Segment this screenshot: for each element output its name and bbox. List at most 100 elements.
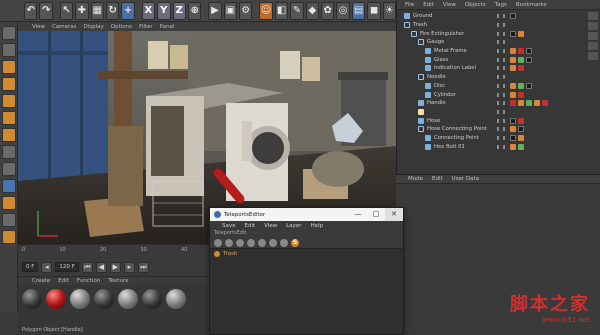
prev-frame-icon[interactable]: ◀ — [95, 261, 107, 273]
fw-menu-view[interactable]: View — [264, 223, 277, 229]
material-tag-icon[interactable] — [518, 48, 524, 55]
material-tag-icon[interactable] — [518, 143, 524, 150]
material-tag-icon[interactable] — [518, 100, 524, 107]
sculpt-icon[interactable] — [1, 230, 16, 244]
object-row[interactable]: Trash — [397, 21, 587, 30]
material-tag-icon[interactable] — [518, 65, 524, 72]
cube-icon[interactable]: ◧ — [274, 1, 289, 20]
object-row[interactable]: Gauge — [397, 38, 587, 47]
model-mode-icon[interactable] — [1, 60, 16, 74]
om-menu-tags[interactable]: Tags — [495, 2, 507, 8]
redo-icon[interactable]: ↷ — [39, 1, 53, 20]
material-tag-icon[interactable] — [534, 100, 540, 107]
material-tag-icon[interactable] — [518, 56, 524, 63]
start-frame-field[interactable]: 0 F — [22, 262, 39, 272]
object-row[interactable]: Fire Extinguisher — [397, 29, 587, 38]
workplane-icon[interactable] — [1, 179, 16, 193]
edges-mode-icon[interactable] — [1, 94, 16, 108]
next-frame-icon[interactable]: ▸ — [123, 261, 135, 273]
material-tag-icon[interactable] — [518, 82, 524, 89]
fw-menu-edit[interactable]: Edit — [245, 223, 256, 229]
material-menu-function[interactable]: Function — [77, 278, 100, 284]
tool-icon[interactable] — [236, 238, 244, 247]
object-row[interactable]: Ground — [397, 12, 587, 21]
tool-icon[interactable] — [214, 238, 222, 247]
y-axis-button[interactable]: Y — [157, 1, 171, 20]
rotate-icon[interactable]: ↻ — [105, 1, 120, 20]
om-menu-view[interactable]: View — [443, 2, 456, 8]
texture-mode-icon[interactable] — [1, 43, 16, 57]
visibility-toggle[interactable] — [497, 75, 505, 80]
material-swatch[interactable] — [70, 289, 90, 309]
select-icon[interactable]: ↖ — [59, 1, 74, 20]
axis-mode-icon[interactable] — [1, 128, 16, 142]
render-settings-icon[interactable]: ⚙ — [239, 1, 253, 20]
om-menu-file[interactable]: File — [405, 2, 414, 8]
side-icon[interactable] — [588, 32, 598, 40]
array-icon[interactable]: ✿ — [321, 1, 335, 20]
tweak-icon[interactable] — [1, 145, 16, 159]
floor-icon[interactable]: ▤ — [351, 1, 366, 20]
tool-icon[interactable] — [247, 238, 255, 247]
move-icon[interactable]: ✚ — [75, 1, 89, 20]
side-icon[interactable] — [588, 42, 598, 50]
points-mode-icon[interactable] — [1, 77, 16, 91]
object-row[interactable]: Metal Frame — [397, 47, 587, 56]
object-row[interactable]: Disc — [397, 82, 587, 91]
side-icon[interactable] — [588, 12, 598, 20]
tool-icon[interactable] — [269, 238, 277, 247]
visibility-toggle[interactable] — [497, 31, 505, 36]
material-swatch[interactable] — [22, 289, 42, 309]
material-tag-icon[interactable] — [510, 134, 516, 141]
visibility-toggle[interactable] — [497, 144, 505, 149]
material-swatch[interactable] — [142, 289, 162, 309]
material-tag-icon[interactable] — [510, 82, 516, 89]
last-frame-icon[interactable]: ⏭ — [137, 261, 149, 273]
material-swatch[interactable] — [46, 289, 66, 309]
material-tag-icon[interactable] — [518, 117, 524, 124]
lock-icon[interactable] — [1, 196, 16, 210]
visibility-toggle[interactable] — [497, 40, 505, 45]
material-tag-icon[interactable] — [510, 143, 516, 150]
deformer-icon[interactable]: ◎ — [336, 1, 350, 20]
object-row[interactable]: Hose Connecting Point — [397, 125, 587, 134]
object-row[interactable]: Handle — [397, 99, 587, 108]
material-menu-edit[interactable]: Edit — [58, 278, 69, 284]
visibility-toggle[interactable] — [497, 118, 505, 123]
side-icon[interactable] — [588, 22, 598, 30]
material-tag-icon[interactable] — [518, 126, 524, 133]
polygons-mode-icon[interactable] — [1, 111, 16, 125]
viewport-menu-cameras[interactable]: Cameras — [52, 24, 76, 30]
visibility-toggle[interactable] — [497, 109, 505, 114]
viewport-menu-panel[interactable]: Panel — [160, 24, 175, 30]
material-tag-icon[interactable] — [510, 65, 516, 72]
material-menu-create[interactable]: Create — [32, 278, 50, 284]
material-swatch[interactable] — [118, 289, 138, 309]
material-tag-icon[interactable] — [510, 48, 516, 55]
viewport-menu-filter[interactable]: Filter — [139, 24, 153, 30]
viewport-menu-options[interactable]: Options — [111, 24, 132, 30]
material-tag-icon[interactable] — [526, 48, 532, 55]
material-tag-icon[interactable] — [510, 13, 516, 20]
z-axis-button[interactable]: Z — [172, 1, 186, 20]
window-titlebar[interactable]: TeleportsEditor — □ ✕ — [210, 208, 403, 221]
object-row[interactable]: Connecting Point — [397, 134, 587, 143]
scale-icon[interactable]: ▦ — [90, 1, 104, 20]
render-picture-icon[interactable]: ▣ — [223, 1, 238, 20]
tree-item-trash[interactable]: Trash — [210, 249, 403, 259]
object-row[interactable]: Needle — [397, 73, 587, 82]
s-tool-icon[interactable]: S — [291, 238, 299, 247]
visibility-toggle[interactable] — [497, 49, 505, 54]
visibility-toggle[interactable] — [497, 14, 505, 19]
visibility-toggle[interactable] — [497, 66, 505, 71]
fw-menu-save[interactable]: Save — [222, 223, 236, 229]
material-tag-icon[interactable] — [542, 100, 548, 107]
minimize-button[interactable]: — — [349, 208, 367, 221]
end-frame-field[interactable]: 120 F — [55, 262, 79, 272]
visibility-toggle[interactable] — [497, 127, 505, 132]
pen-icon[interactable]: ✎ — [290, 1, 304, 20]
material-tag-icon[interactable] — [526, 56, 532, 63]
visibility-toggle[interactable] — [497, 23, 505, 28]
om-menu-edit[interactable]: Edit — [423, 2, 434, 8]
material-tag-icon[interactable] — [510, 117, 516, 124]
